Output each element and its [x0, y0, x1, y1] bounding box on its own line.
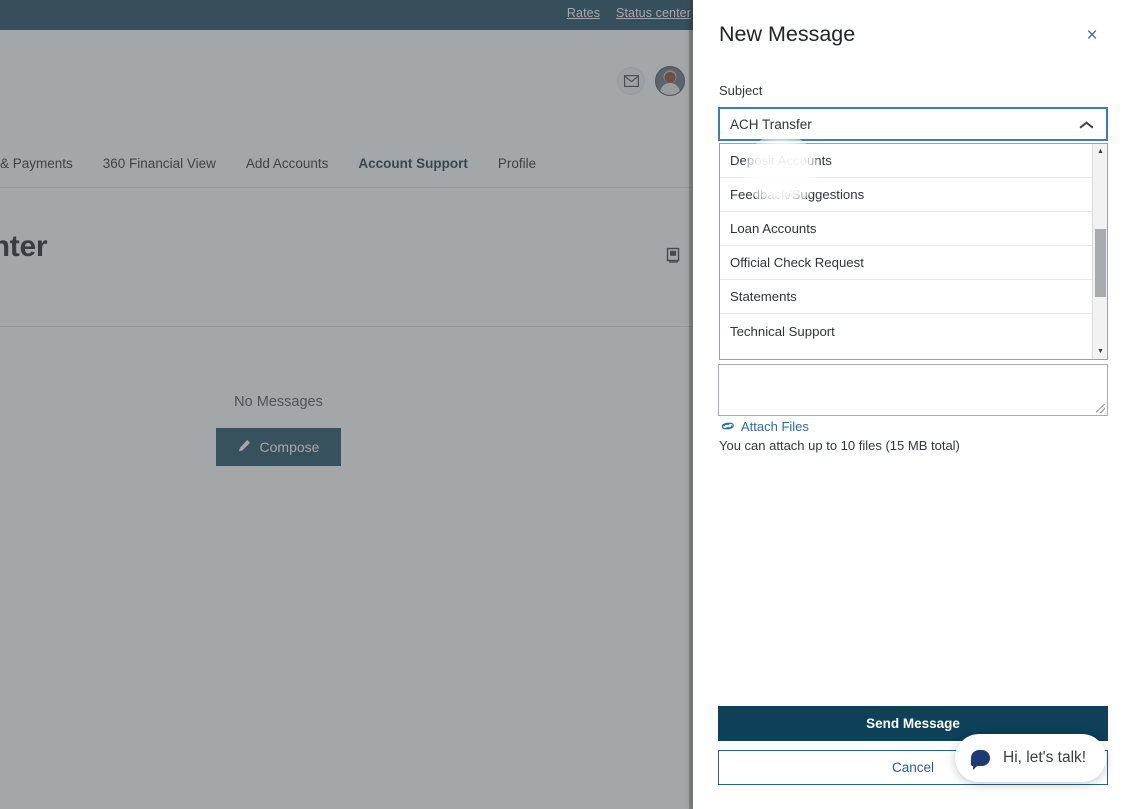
dropdown-option-loan-accounts[interactable]: Loan Accounts: [720, 212, 1092, 246]
message-body-textarea[interactable]: [718, 364, 1108, 416]
nav-item-payments[interactable]: & Payments: [0, 156, 73, 171]
attach-files-note: You can attach up to 10 files (15 MB tot…: [719, 438, 960, 453]
chat-widget[interactable]: Hi, let's talk!: [955, 734, 1107, 782]
dropdown-options: Deposit Accounts Feedback/Suggestions Lo…: [720, 144, 1092, 359]
attach-files-label: Attach Files: [741, 419, 809, 434]
scroll-down-arrow-icon[interactable]: ▼: [1093, 344, 1108, 359]
dropdown-option-deposit-accounts[interactable]: Deposit Accounts: [720, 144, 1092, 178]
dropdown-scrollbar[interactable]: ▲ ▼: [1092, 144, 1107, 359]
dropdown-option-statements[interactable]: Statements: [720, 280, 1092, 314]
subject-dropdown-list[interactable]: Deposit Accounts Feedback/Suggestions Lo…: [719, 143, 1108, 360]
dropdown-option-feedback-suggestions[interactable]: Feedback/Suggestions: [720, 178, 1092, 212]
chevron-up-icon: [1080, 120, 1093, 128]
chat-widget-label: Hi, let's talk!: [1003, 749, 1087, 766]
nav-item-360-financial-view[interactable]: 360 Financial View: [103, 156, 216, 171]
screen: Rates Status center & Payments 360 Finan…: [0, 0, 1125, 809]
compose-button[interactable]: Compose: [215, 428, 342, 466]
avatar[interactable]: [655, 66, 685, 96]
page-title: Center: [0, 230, 48, 263]
close-icon[interactable]: ×: [1081, 24, 1103, 46]
nav-item-account-support[interactable]: Account Support: [358, 156, 468, 171]
panel-title: New Message: [719, 22, 856, 46]
chat-bubble-icon: [971, 750, 990, 766]
compose-button-label: Compose: [259, 439, 320, 455]
nav-item-profile[interactable]: Profile: [498, 156, 536, 171]
attach-files-link[interactable]: Attach Files: [721, 419, 809, 434]
topbar-link-status-center[interactable]: Status center: [616, 6, 691, 20]
header-icon-group: [617, 66, 685, 96]
dropdown-option-technical-support[interactable]: Technical Support: [720, 314, 1092, 348]
topbar-links: Rates Status center: [567, 6, 691, 20]
archive-icon[interactable]: [658, 240, 688, 270]
subject-select-value: ACH Transfer: [730, 116, 812, 132]
pencil-icon: [238, 439, 251, 455]
subject-label: Subject: [719, 83, 763, 98]
mail-icon[interactable]: [617, 67, 645, 95]
subject-select[interactable]: ACH Transfer: [718, 107, 1108, 141]
scrollbar-thumb[interactable]: [1095, 229, 1106, 297]
dropdown-option-official-check-request[interactable]: Official Check Request: [720, 246, 1092, 280]
scroll-up-arrow-icon[interactable]: ▲: [1093, 144, 1108, 159]
nav-item-add-accounts[interactable]: Add Accounts: [246, 156, 329, 171]
empty-state: No Messages Compose: [0, 394, 557, 466]
no-messages-text: No Messages: [234, 394, 323, 410]
topbar-link-rates[interactable]: Rates: [567, 6, 600, 20]
textarea-resize-handle[interactable]: [1096, 404, 1105, 413]
paperclip-icon: [721, 419, 735, 434]
